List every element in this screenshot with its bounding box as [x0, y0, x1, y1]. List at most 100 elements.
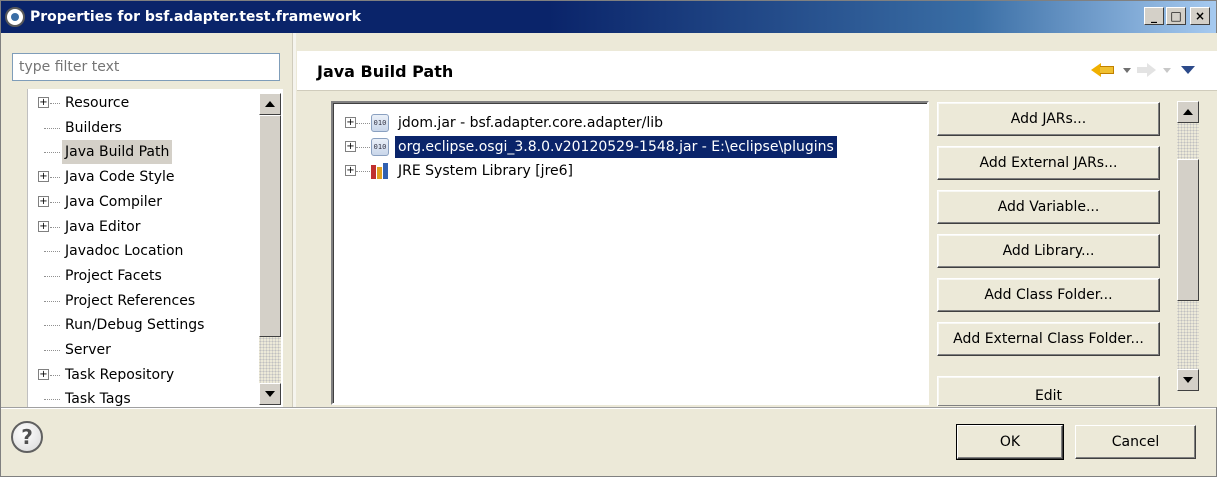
- library-entry[interactable]: + JRE System Library [jre6]: [333, 159, 923, 183]
- nav-tree-item[interactable]: Java Build Path: [28, 140, 260, 165]
- edit-button[interactable]: Edit: [937, 376, 1160, 406]
- library-entry-label: org.eclipse.osgi_3.8.0.v20120529-1548.ja…: [395, 136, 837, 158]
- maximize-button[interactable]: □: [1166, 7, 1186, 25]
- expand-icon[interactable]: +: [345, 141, 356, 152]
- tree-connector: [50, 103, 60, 104]
- expand-icon[interactable]: +: [38, 97, 49, 108]
- forward-dropdown-icon[interactable]: [1163, 67, 1171, 73]
- nav-tree-item-label: Builders: [65, 119, 122, 136]
- nav-tree-item[interactable]: + Task Repository: [28, 363, 260, 387]
- nav-tree-scrollbar[interactable]: [259, 93, 281, 405]
- nav-tree-item-label: Task Repository: [65, 366, 175, 383]
- add-external-jars-button[interactable]: Add External JARs...: [937, 146, 1160, 180]
- close-button[interactable]: ×: [1190, 7, 1210, 25]
- nav-tree-item[interactable]: + Resource: [28, 91, 260, 115]
- nav-tree-item[interactable]: + Java Code Style: [28, 165, 260, 189]
- add-external-class-folder-button[interactable]: Add External Class Folder...: [937, 322, 1160, 356]
- tree-connector: [44, 399, 60, 401]
- library-entry[interactable]: +010 org.eclipse.osgi_3.8.0.v20120529-154…: [333, 135, 923, 159]
- add-library-button[interactable]: Add Library...: [937, 234, 1160, 268]
- help-icon[interactable]: ?: [11, 421, 43, 453]
- nav-tree-item[interactable]: Server: [28, 338, 260, 362]
- library-icon: [371, 163, 391, 179]
- cancel-button[interactable]: Cancel: [1075, 425, 1196, 459]
- window-controls: _ □ ×: [1144, 7, 1210, 25]
- tree-connector: [356, 123, 370, 124]
- tree-connector: [44, 127, 60, 129]
- scroll-track[interactable]: [1177, 301, 1199, 369]
- tree-connector: [356, 147, 370, 148]
- panel-sash[interactable]: [292, 33, 296, 407]
- nav-tree-item-label: Run/Debug Settings: [65, 317, 205, 334]
- nav-tree-item[interactable]: Run/Debug Settings: [28, 313, 260, 337]
- nav-tree-item[interactable]: Javadoc Location: [28, 239, 260, 263]
- ok-button[interactable]: OK: [956, 424, 1064, 460]
- tree-connector: [44, 251, 60, 253]
- arrow-up-icon: [265, 101, 275, 107]
- filter-input[interactable]: [12, 53, 280, 81]
- scroll-up-button[interactable]: [1177, 101, 1199, 123]
- expand-icon[interactable]: +: [38, 195, 49, 207]
- back-dropdown-icon[interactable]: [1123, 67, 1131, 73]
- libraries-tree: +010 jdom.jar - bsf.adapter.core.adapter/…: [331, 101, 929, 405]
- nav-tree-item-label: Java Editor: [65, 218, 141, 235]
- nav-tree-item[interactable]: + Java Compiler: [28, 190, 260, 214]
- history-nav: [1091, 63, 1195, 77]
- nav-tree-item[interactable]: + Java Editor: [28, 215, 260, 239]
- scroll-down-button[interactable]: [259, 383, 281, 405]
- forward-arrow-icon[interactable]: [1137, 63, 1157, 77]
- scroll-track[interactable]: [1177, 123, 1199, 159]
- scroll-thumb[interactable]: [259, 115, 281, 337]
- library-entry-label: jdom.jar - bsf.adapter.core.adapter/lib: [398, 115, 664, 131]
- jar-icon: 010: [371, 114, 389, 132]
- nav-tree-item-label: Resource: [65, 95, 130, 111]
- library-entry[interactable]: +010 jdom.jar - bsf.adapter.core.adapter/…: [333, 111, 923, 135]
- add-jars-button[interactable]: Add JARs...: [937, 102, 1160, 136]
- nav-tree-item-label: Javadoc Location: [65, 243, 184, 260]
- nav-tree-item[interactable]: Project References: [28, 289, 260, 313]
- properties-dialog: Properties for bsf.adapter.test.framewor…: [0, 0, 1217, 477]
- expand-icon[interactable]: +: [38, 171, 49, 183]
- page-header: Java Build Path: [297, 51, 1217, 91]
- page-title: Java Build Path: [317, 62, 454, 81]
- tree-connector: [44, 300, 60, 302]
- minimize-button[interactable]: _: [1144, 7, 1164, 25]
- nav-tree-item[interactable]: Builders: [28, 116, 260, 140]
- expand-icon[interactable]: +: [38, 220, 49, 232]
- window-title: Properties for bsf.adapter.test.framewor…: [30, 9, 362, 25]
- back-arrow-icon[interactable]: [1091, 63, 1117, 77]
- expand-icon[interactable]: +: [345, 117, 356, 128]
- nav-tree-item-label: Project Facets: [65, 267, 162, 284]
- library-entry-label: JRE System Library [jre6]: [398, 163, 573, 179]
- nav-tree-item[interactable]: Task Tags: [28, 387, 260, 409]
- arrow-up-icon: [1183, 109, 1193, 115]
- property-page-tree: + Resource Builders Java Build Path + Java Co…: [27, 89, 283, 409]
- eclipse-icon: [5, 7, 25, 27]
- tree-connector: [50, 201, 60, 203]
- arrow-down-icon: [265, 391, 275, 397]
- tree-connector: [44, 350, 60, 351]
- scroll-down-button[interactable]: [1177, 369, 1199, 391]
- scroll-track[interactable]: [259, 337, 281, 383]
- nav-tree-item-label: Java Build Path: [62, 140, 173, 165]
- title-bar[interactable]: Properties for bsf.adapter.test.framewor…: [1, 1, 1216, 33]
- view-menu-icon[interactable]: [1181, 66, 1195, 74]
- footer-separator: [1, 407, 1216, 409]
- nav-tree-item[interactable]: Project Facets: [28, 264, 260, 288]
- add-class-folder-button[interactable]: Add Class Folder...: [937, 278, 1160, 312]
- nav-tree-item-label: Java Code Style: [65, 169, 175, 186]
- add-variable-button[interactable]: Add Variable...: [937, 190, 1160, 224]
- tree-connector: [44, 325, 60, 327]
- nav-tree-item-label: Server: [65, 342, 111, 358]
- scroll-thumb[interactable]: [1177, 159, 1199, 301]
- tree-connector: [44, 152, 60, 154]
- buttons-scrollbar[interactable]: [1177, 101, 1199, 391]
- nav-tree-item-label: Task Tags: [65, 391, 131, 408]
- scroll-up-button[interactable]: [259, 93, 281, 115]
- arrow-down-icon: [1183, 377, 1193, 383]
- nav-tree-item-label: Java Compiler: [65, 193, 163, 210]
- nav-tree-item-label: Project References: [65, 292, 196, 309]
- expand-icon[interactable]: +: [345, 165, 356, 176]
- tree-connector: [44, 275, 60, 277]
- expand-icon[interactable]: +: [38, 368, 49, 380]
